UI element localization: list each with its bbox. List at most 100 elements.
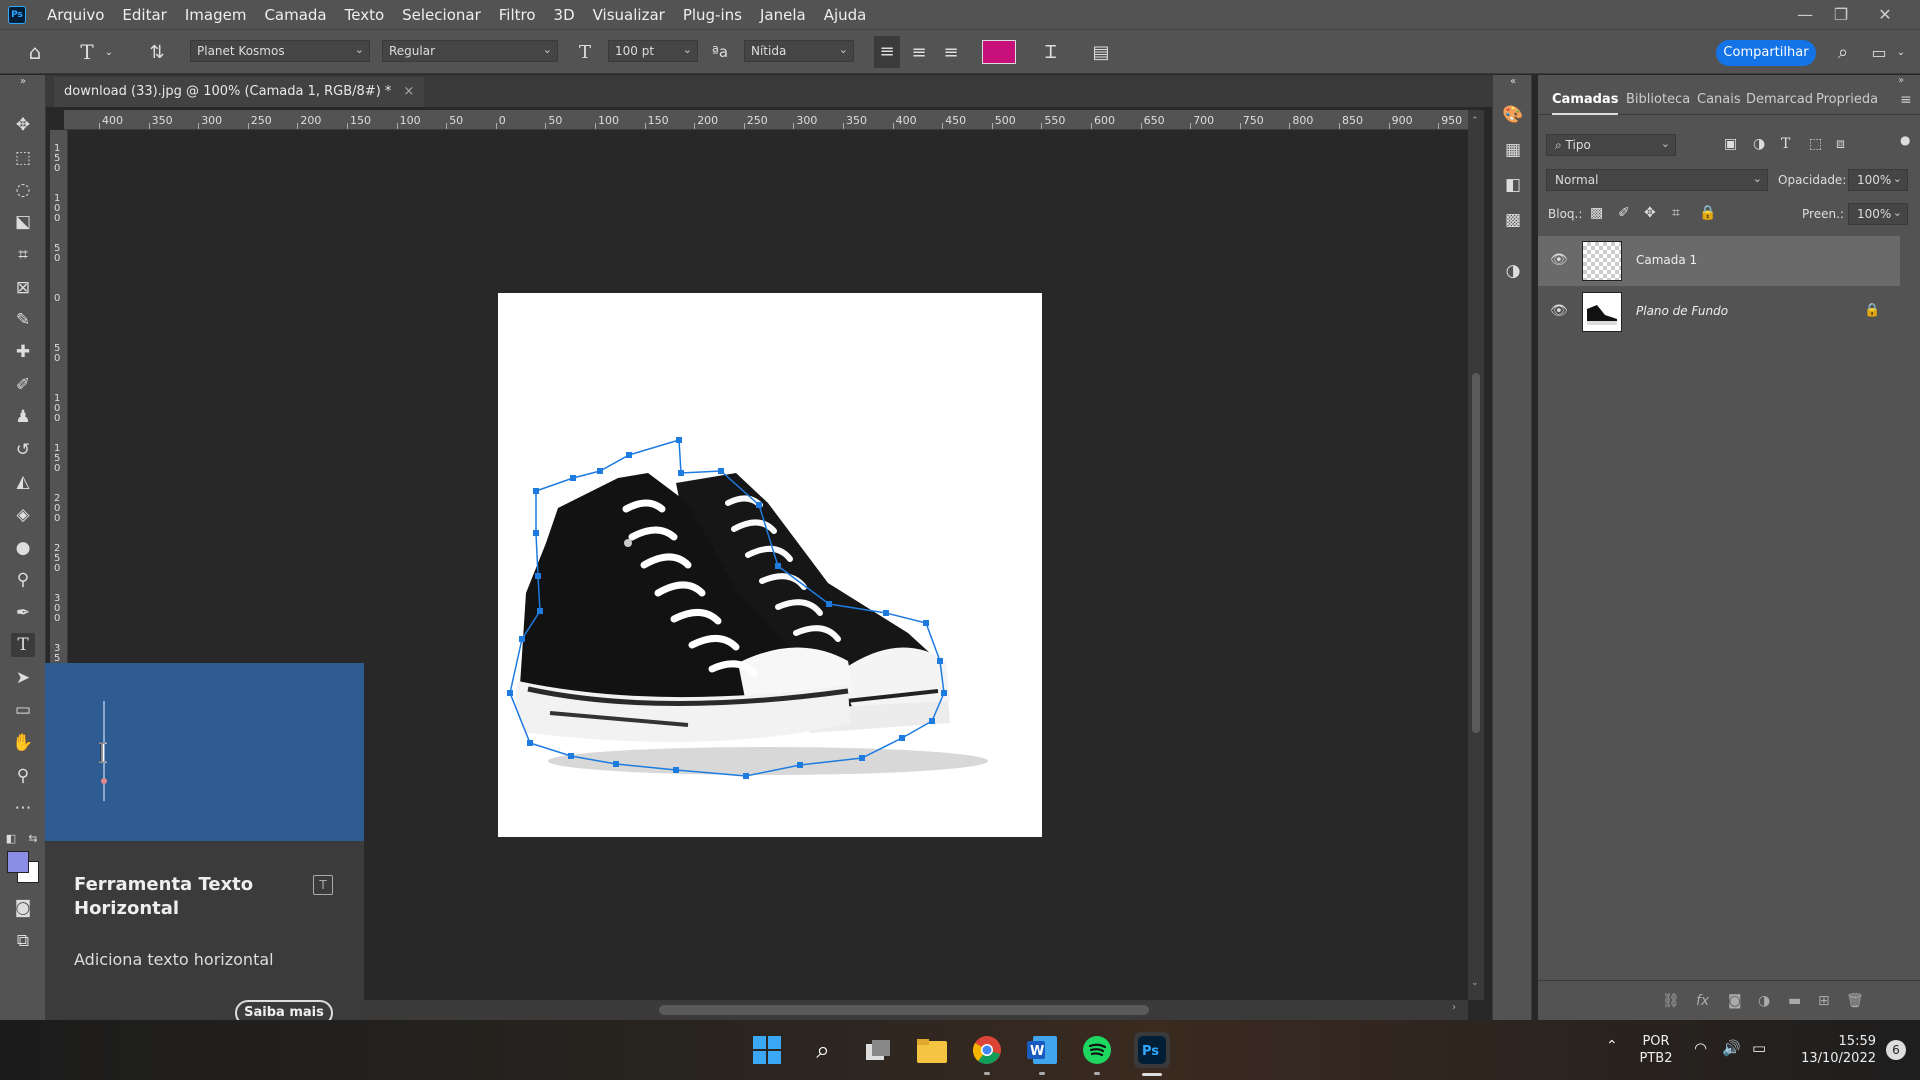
zoom-tool-icon[interactable]: ⚲ xyxy=(11,764,35,788)
menu-camada[interactable]: Camada xyxy=(255,6,335,24)
horizontal-scroll-thumb[interactable] xyxy=(659,1005,1149,1015)
task-view-icon[interactable] xyxy=(860,1032,896,1068)
close-icon[interactable]: ✕ xyxy=(1866,0,1904,29)
filter-type-icon[interactable]: T xyxy=(1781,136,1790,152)
search-icon[interactable]: ⌕ xyxy=(1830,30,1856,75)
word-icon[interactable]: W xyxy=(1024,1032,1060,1068)
swap-colors-icon[interactable]: ⇆ xyxy=(26,827,40,851)
align-center-icon[interactable]: ≡ xyxy=(906,30,932,75)
path-selection-tool-icon[interactable]: ➤ xyxy=(11,666,35,690)
pen-tool-icon[interactable]: ✒ xyxy=(11,601,35,625)
delete-layer-icon[interactable]: 🗑 xyxy=(1846,993,1864,1009)
filter-adjustment-icon[interactable]: ◑ xyxy=(1753,136,1765,152)
font-style-select[interactable]: Regular ⌄ xyxy=(382,40,558,62)
move-tool-icon[interactable]: ✥ xyxy=(11,113,35,137)
object-selection-tool-icon[interactable]: ⬕ xyxy=(11,210,35,234)
lock-transparency-icon[interactable]: ▩ xyxy=(1590,205,1603,221)
visibility-eye-icon[interactable]: 👁 xyxy=(1550,252,1568,268)
eraser-tool-icon[interactable]: ◭ xyxy=(11,470,35,494)
wifi-icon[interactable]: ◠ xyxy=(1694,1040,1707,1057)
workspace-icon[interactable]: ▭ xyxy=(1866,30,1892,75)
panel-menu-icon[interactable]: ≡ xyxy=(1900,85,1912,115)
tab-demarcad[interactable]: Demarcad xyxy=(1746,85,1813,115)
frame-tool-icon[interactable]: ⊠ xyxy=(11,276,35,300)
scroll-right-icon[interactable]: › xyxy=(1452,1002,1456,1013)
marquee-tool-icon[interactable]: ⬚ xyxy=(11,146,35,170)
share-button[interactable]: Compartilhar xyxy=(1716,40,1816,66)
language-indicator[interactable]: POR PTB2 xyxy=(1636,1033,1676,1067)
menu-texto[interactable]: Texto xyxy=(336,6,394,24)
tab-camadas[interactable]: Camadas xyxy=(1552,85,1619,115)
opacity-field[interactable]: 100% ⌄ xyxy=(1848,169,1908,191)
align-right-icon[interactable]: ≡ xyxy=(938,30,964,75)
font-size-select[interactable]: 100 pt ⌄ xyxy=(608,40,698,62)
menu-imagem[interactable]: Imagem xyxy=(176,6,256,24)
volume-icon[interactable]: 🔊 xyxy=(1722,1040,1741,1057)
tab-biblioteca[interactable]: Biblioteca xyxy=(1626,85,1690,115)
add-mask-icon[interactable]: ◙ xyxy=(1728,993,1742,1009)
file-explorer-icon[interactable] xyxy=(914,1032,950,1068)
chevron-down-icon[interactable]: ⌄ xyxy=(1894,30,1908,75)
horizontal-scrollbar[interactable]: › xyxy=(364,1000,1468,1020)
adjustment-layer-icon[interactable]: ◑ xyxy=(1758,993,1770,1009)
visibility-eye-icon[interactable]: 👁 xyxy=(1550,303,1568,319)
notification-badge[interactable]: 6 xyxy=(1886,1040,1906,1060)
new-layer-icon[interactable]: ⊞ xyxy=(1818,993,1830,1009)
layer-row-camada-1[interactable]: 👁 Camada 1 xyxy=(1538,236,1900,286)
fx-icon[interactable]: fx xyxy=(1696,993,1709,1009)
blend-mode-select[interactable]: Normal ⌄ xyxy=(1546,169,1768,191)
spotify-icon[interactable] xyxy=(1079,1032,1115,1068)
clock[interactable]: 15:59 13/10/2022 xyxy=(1786,1033,1876,1067)
chevron-down-icon[interactable]: ⌄ xyxy=(102,30,116,75)
restore-icon[interactable]: ❐ xyxy=(1822,0,1860,29)
tray-expand-icon[interactable]: ⌃ xyxy=(1606,1038,1618,1055)
clone-stamp-tool-icon[interactable]: ♟ xyxy=(11,405,35,429)
document-tab[interactable]: download (33).jpg @ 100% (Camada 1, RGB/… xyxy=(54,77,425,107)
vertical-scroll-thumb[interactable] xyxy=(1472,373,1480,733)
menu-plugins[interactable]: Plug-ins xyxy=(674,6,751,24)
battery-icon[interactable]: ▭ xyxy=(1752,1040,1766,1057)
filter-smart-object-icon[interactable]: ⧈ xyxy=(1836,136,1845,152)
scroll-up-icon[interactable]: ⌃ xyxy=(1471,116,1479,126)
font-family-select[interactable]: Planet Kosmos ⌄ xyxy=(190,40,370,62)
fill-field[interactable]: 100% ⌄ xyxy=(1848,203,1908,225)
patterns-icon[interactable]: ▩ xyxy=(1501,208,1525,232)
photoshop-taskbar-icon[interactable]: Ps xyxy=(1134,1032,1170,1068)
vertical-scrollbar[interactable]: ⌃ ⌄ xyxy=(1468,110,1484,1000)
history-brush-tool-icon[interactable]: ↺ xyxy=(11,438,35,462)
layer-lock-icon[interactable]: 🔒 xyxy=(1864,303,1880,318)
quick-mask-icon[interactable]: ◙ xyxy=(11,896,35,920)
lock-position-icon[interactable]: ✥ xyxy=(1644,205,1656,221)
close-tab-icon[interactable]: × xyxy=(403,84,414,99)
adjustments-icon[interactable]: ◑ xyxy=(1501,259,1525,283)
lock-pixels-icon[interactable]: ✐ xyxy=(1618,205,1630,221)
eyedropper-tool-icon[interactable]: ✎ xyxy=(11,308,35,332)
more-tools-icon[interactable]: ⋯ xyxy=(11,796,35,820)
windows-start-icon[interactable] xyxy=(749,1032,785,1068)
menu-filtro[interactable]: Filtro xyxy=(490,6,545,24)
swatches-icon[interactable]: ▦ xyxy=(1501,138,1525,162)
antialias-select[interactable]: Nítida ⌄ xyxy=(744,40,854,62)
menu-visualizar[interactable]: Visualizar xyxy=(584,6,674,24)
crop-tool-icon[interactable]: ⌗ xyxy=(11,243,35,267)
align-left-icon[interactable]: ≡ xyxy=(874,36,900,68)
paint-bucket-tool-icon[interactable]: ◈ xyxy=(11,503,35,527)
document-canvas[interactable] xyxy=(498,293,1042,837)
menu-3d[interactable]: 3D xyxy=(545,6,584,24)
link-layers-icon[interactable]: ⛓ xyxy=(1662,993,1680,1009)
foreground-color-swatch[interactable] xyxy=(7,851,29,873)
character-panel-icon[interactable]: ▤ xyxy=(1088,30,1114,75)
color-palette-icon[interactable]: 🎨 xyxy=(1501,103,1525,127)
lasso-tool-icon[interactable]: ◌ xyxy=(11,178,35,202)
expand-panels-icon[interactable]: « xyxy=(1501,75,1525,89)
dodge-tool-icon[interactable]: ⚲ xyxy=(11,568,35,592)
minimize-icon[interactable]: — xyxy=(1786,0,1824,29)
lock-artboard-icon[interactable]: ⌗ xyxy=(1672,205,1680,221)
tab-proprieda[interactable]: Proprieda xyxy=(1816,85,1878,115)
brush-tool-icon[interactable]: ✐ xyxy=(11,373,35,397)
screen-mode-icon[interactable]: ⧉ xyxy=(11,929,35,953)
tab-canais[interactable]: Canais xyxy=(1697,85,1741,115)
type-tool-preset-icon[interactable]: T xyxy=(74,30,100,75)
gradients-icon[interactable]: ◧ xyxy=(1501,173,1525,197)
scroll-down-icon[interactable]: ⌄ xyxy=(1471,978,1479,988)
